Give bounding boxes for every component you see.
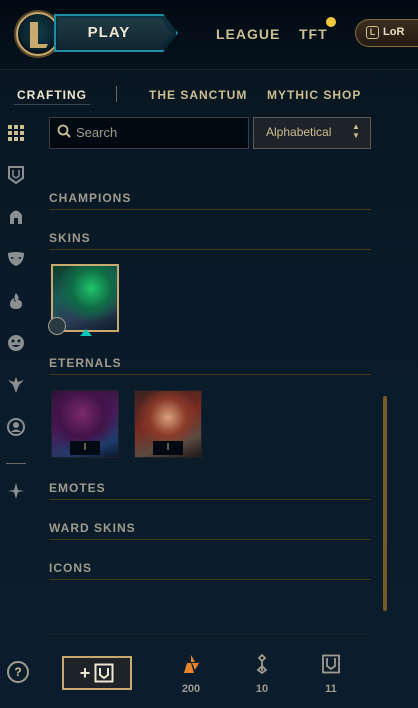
selected-indicator-icon bbox=[80, 329, 92, 336]
add-chest-button[interactable]: + bbox=[62, 656, 132, 690]
orange-essence-count: 200 bbox=[181, 683, 201, 695]
sidebar-divider bbox=[6, 463, 26, 464]
mask-icon bbox=[8, 252, 24, 266]
scrollbar[interactable] bbox=[383, 396, 387, 611]
key-fragment-icon bbox=[256, 654, 268, 674]
emote-icon[interactable] bbox=[6, 333, 26, 353]
profile-icon bbox=[7, 418, 25, 436]
section-divider bbox=[49, 209, 371, 210]
nav-league[interactable]: LEAGUE bbox=[216, 26, 280, 42]
active-tab-underline bbox=[14, 104, 90, 105]
chest-icon bbox=[8, 166, 24, 184]
flame-icon bbox=[10, 293, 22, 309]
tab-crafting[interactable]: CRAFTING bbox=[17, 88, 87, 102]
section-eternals[interactable]: ETERNALS bbox=[49, 356, 122, 370]
tab-mythic-shop[interactable]: MYTHIC SHOP bbox=[267, 88, 361, 102]
tab-the-sanctum[interactable]: THE SANCTUM bbox=[149, 88, 247, 102]
helmet-icon bbox=[10, 210, 22, 224]
eternal-icon bbox=[8, 483, 24, 499]
section-ward-skins[interactable]: WARD SKINS bbox=[49, 521, 136, 535]
eternal-series-badge: I bbox=[70, 441, 100, 455]
chest-icon bbox=[322, 654, 340, 674]
section-divider bbox=[49, 249, 371, 250]
section-divider bbox=[49, 579, 371, 580]
search-icon bbox=[57, 124, 71, 138]
chest-icon[interactable] bbox=[6, 165, 26, 185]
eternal-icon[interactable] bbox=[6, 481, 26, 501]
footer-divider bbox=[49, 634, 371, 635]
profile-icon[interactable] bbox=[6, 417, 26, 437]
key-fragment-count: 10 bbox=[255, 683, 269, 695]
sort-arrows-icon: ▲ ▼ bbox=[352, 122, 360, 140]
mask-icon[interactable] bbox=[6, 249, 26, 269]
section-divider bbox=[49, 374, 371, 375]
league-logo[interactable] bbox=[16, 12, 60, 56]
subnav-divider bbox=[116, 86, 117, 102]
league-logo-icon bbox=[30, 22, 48, 48]
ward-icon[interactable] bbox=[6, 375, 26, 395]
search-input[interactable] bbox=[76, 117, 246, 147]
section-skins[interactable]: SKINS bbox=[49, 231, 91, 245]
eternal-series-badge: I bbox=[153, 441, 183, 455]
ward-icon bbox=[8, 377, 24, 393]
grid-icon bbox=[8, 125, 24, 141]
helmet-icon[interactable] bbox=[6, 207, 26, 227]
help-button[interactable]: ? bbox=[7, 661, 29, 683]
flame-icon[interactable] bbox=[6, 291, 26, 311]
notification-dot bbox=[326, 17, 336, 27]
grid-icon[interactable] bbox=[6, 123, 26, 143]
chroma-badge-icon bbox=[48, 317, 66, 335]
chest-count: 11 bbox=[325, 683, 337, 695]
sort-selected-value: Alphabetical bbox=[266, 125, 332, 139]
chest-icon bbox=[94, 663, 114, 683]
lor-label: LoR bbox=[383, 26, 405, 38]
section-icons[interactable]: ICONS bbox=[49, 561, 92, 575]
lor-icon: L bbox=[366, 26, 379, 39]
section-emotes[interactable]: EMOTES bbox=[49, 481, 106, 495]
emote-icon bbox=[8, 335, 24, 351]
nav-tft[interactable]: TFT bbox=[299, 26, 328, 42]
orange-essence-icon bbox=[184, 655, 199, 673]
section-divider bbox=[49, 539, 371, 540]
section-divider bbox=[49, 499, 371, 500]
section-champions[interactable]: CHAMPIONS bbox=[49, 191, 131, 205]
play-button[interactable]: PLAY bbox=[58, 18, 160, 48]
add-button-plus: + bbox=[79, 662, 91, 683]
